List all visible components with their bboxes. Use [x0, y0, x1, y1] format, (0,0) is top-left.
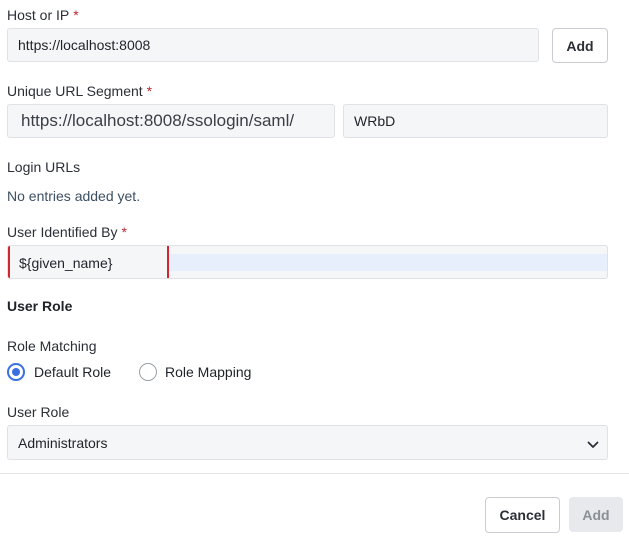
url-segment-label: Unique URL Segment *: [7, 83, 153, 99]
role-matching-label: Role Matching: [7, 338, 97, 354]
user-identified-label: User Identified By *: [7, 224, 127, 240]
role-mapping-label[interactable]: Role Mapping: [165, 364, 251, 380]
focus-highlight-box: ${given_name}: [8, 246, 169, 278]
required-mark: *: [146, 83, 153, 99]
selection-highlight: [168, 254, 607, 271]
login-urls-label: Login URLs: [7, 159, 81, 175]
url-segment-input[interactable]: WRbD: [343, 104, 608, 138]
required-mark: *: [73, 7, 79, 23]
add-button[interactable]: Add: [569, 497, 623, 532]
host-label: Host or IP *: [7, 7, 79, 23]
user-role-heading: User Role: [7, 298, 73, 314]
url-prefix-field: https://localhost:8008/ssologin/saml/: [7, 104, 335, 138]
cancel-button[interactable]: Cancel: [485, 497, 560, 533]
login-urls-empty-text: No entries added yet.: [7, 188, 141, 204]
default-role-radio[interactable]: [7, 363, 25, 381]
default-role-label[interactable]: Default Role: [34, 364, 111, 380]
user-role-select[interactable]: Administrators: [7, 425, 608, 460]
host-input[interactable]: https://localhost:8008: [7, 28, 539, 62]
add-host-button[interactable]: Add: [552, 28, 608, 63]
user-identified-input[interactable]: ${given_name}: [7, 245, 608, 279]
required-mark: *: [121, 224, 127, 240]
chevron-down-icon: [587, 437, 599, 448]
user-role-label: User Role: [7, 404, 70, 420]
role-mapping-radio[interactable]: [139, 363, 157, 381]
footer-divider: [0, 473, 629, 474]
